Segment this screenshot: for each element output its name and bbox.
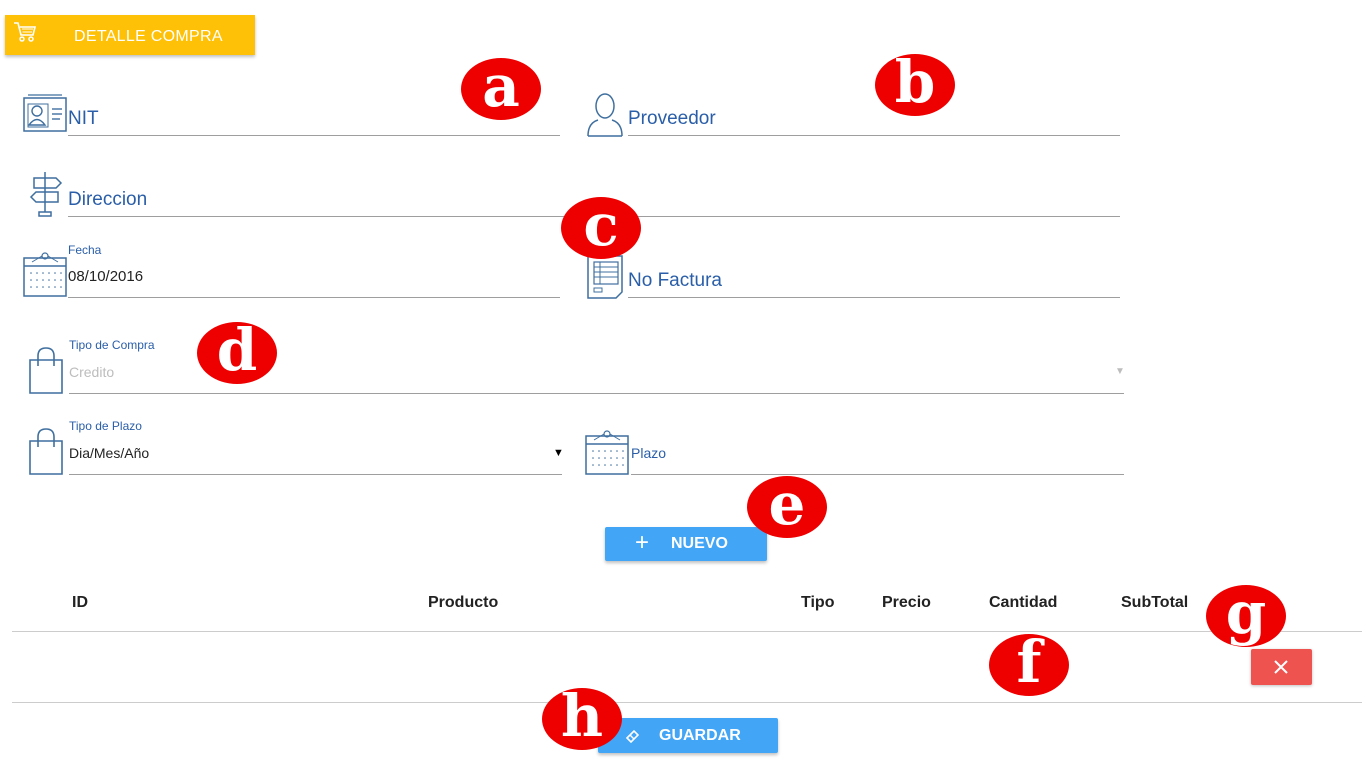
marker-e: e xyxy=(747,475,827,538)
marker-g: g xyxy=(1206,584,1286,647)
marker-d: d xyxy=(197,321,277,384)
plus-icon: + xyxy=(635,529,650,556)
col-header-cantidad: Cantidad xyxy=(989,594,1058,611)
detalle-compra-label: DETALLE COMPRA xyxy=(74,28,223,45)
plazo-input[interactable] xyxy=(631,474,1124,475)
proveedor-label: Proveedor xyxy=(628,108,716,129)
id-card-icon xyxy=(22,94,68,139)
col-header-subtotal: SubTotal xyxy=(1121,594,1189,611)
signpost-icon xyxy=(28,170,64,223)
fecha-label: Fecha xyxy=(68,243,102,257)
shopping-bag-icon xyxy=(27,346,67,401)
marker-c: c xyxy=(561,196,641,259)
guardar-label: GUARDAR xyxy=(659,727,741,744)
user-icon xyxy=(585,90,625,143)
detalle-compra-button[interactable]: DETALLE COMPRA xyxy=(5,15,255,55)
col-header-tipo: Tipo xyxy=(801,594,835,611)
proveedor-input[interactable] xyxy=(628,135,1120,136)
calendar-icon xyxy=(584,428,630,481)
marker-a: a xyxy=(461,57,541,120)
tipo-plazo-select[interactable]: Dia/Mes/Año xyxy=(69,445,149,461)
tipo-compra-underline xyxy=(69,393,1124,394)
no-factura-label: No Factura xyxy=(628,270,722,291)
nuevo-button[interactable]: + NUEVO xyxy=(605,527,767,561)
shopping-bag-icon xyxy=(27,427,67,482)
tipo-compra-select[interactable]: Credito xyxy=(69,364,114,380)
fecha-underline xyxy=(68,297,560,298)
plazo-label: Plazo xyxy=(631,445,667,461)
col-header-precio: Precio xyxy=(882,594,931,611)
marker-f: f xyxy=(989,633,1069,696)
invoice-icon xyxy=(586,252,626,305)
delete-row-button[interactable] xyxy=(1251,649,1312,685)
nuevo-label: NUEVO xyxy=(671,535,728,552)
nit-input[interactable] xyxy=(68,135,560,136)
fecha-input[interactable]: 08/10/2016 xyxy=(68,268,143,285)
table-header-divider xyxy=(12,631,1362,632)
table-bottom-divider xyxy=(12,702,1362,703)
direccion-label: Direccion xyxy=(68,189,148,210)
tipo-compra-label: Tipo de Compra xyxy=(69,338,155,352)
tipo-plazo-label: Tipo de Plazo xyxy=(69,419,142,433)
guardar-button[interactable]: GUARDAR xyxy=(598,718,778,753)
no-factura-input[interactable] xyxy=(628,297,1120,298)
col-header-id: ID xyxy=(72,594,88,611)
nit-label: NIT xyxy=(68,108,99,129)
calendar-icon xyxy=(22,250,68,303)
tipo-plazo-underline xyxy=(69,474,562,475)
marker-b: b xyxy=(875,53,955,116)
eraser-icon xyxy=(625,729,640,744)
close-icon xyxy=(1274,660,1288,674)
tipo-compra-dropdown-arrow-icon[interactable]: ▼ xyxy=(1115,366,1125,377)
tipo-plazo-dropdown-arrow-icon[interactable]: ▼ xyxy=(553,447,564,459)
marker-h: h xyxy=(542,687,622,750)
col-header-producto: Producto xyxy=(428,594,499,611)
cart-icon xyxy=(13,21,37,48)
